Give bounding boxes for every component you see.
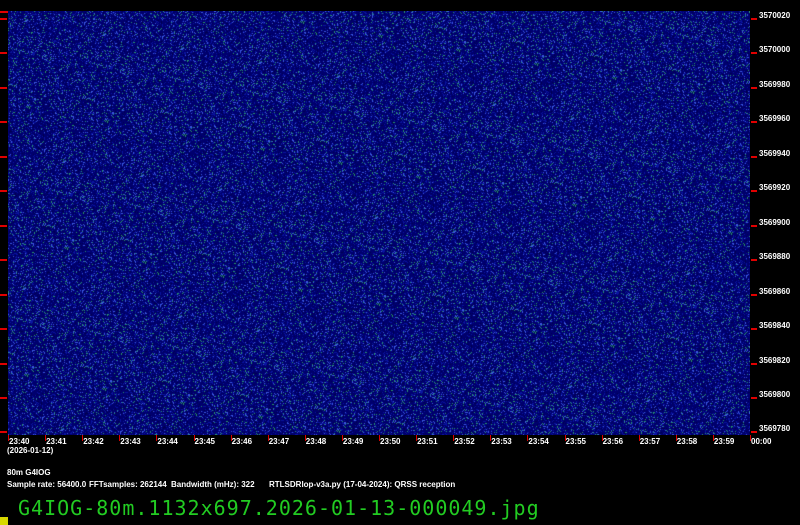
time-label: 23:42 [83, 437, 104, 446]
filename-label: G4IOG-80m.1132x697.2026-01-13-000049.jpg [18, 496, 540, 520]
fft-samples: FFTsamples: 262144 [89, 480, 167, 489]
frequency-tick-left [0, 328, 7, 331]
frequency-tick-right [751, 190, 757, 193]
frequency-tick-left [0, 155, 7, 158]
time-label: 23:46 [231, 437, 253, 446]
time-tick [416, 435, 418, 441]
frequency-label: 3569800 [759, 389, 791, 399]
time-label: 23:47 [268, 437, 290, 446]
frequency-tick-left [0, 121, 7, 124]
frequency-label: 3569900 [759, 217, 791, 227]
time-label: 23:50 [380, 437, 401, 446]
time-tick [119, 435, 121, 441]
corner-tick [0, 11, 8, 13]
time-tick [230, 435, 232, 441]
time-label: 23:40 [9, 437, 30, 446]
time-tick [601, 435, 603, 441]
time-label: 23:55 [565, 437, 586, 446]
time-label: 23:43 [120, 437, 141, 446]
time-tick [750, 435, 751, 441]
time-label: 23:59 [713, 437, 735, 446]
frequency-tick-right [751, 224, 757, 227]
frequency-tick-right [751, 259, 757, 262]
time-tick [82, 435, 84, 441]
station-label: 80m G4IOG [7, 468, 51, 477]
time-tick [341, 435, 343, 441]
time-tick [379, 435, 380, 441]
time-label: 23:52 [454, 437, 475, 446]
frequency-tick-left [0, 396, 7, 399]
frequency-tick-right [751, 52, 757, 55]
time-tick [156, 435, 158, 441]
time-tick [638, 435, 640, 441]
time-tick [527, 435, 529, 441]
frequency-label: 3570000 [759, 45, 791, 55]
time-tick [453, 435, 455, 441]
time-tick [712, 435, 714, 441]
time-label: 23:41 [46, 437, 67, 446]
bandwidth: Bandwidth (mHz): 322 [171, 480, 255, 489]
time-tick [193, 435, 195, 441]
frequency-tick-left [0, 431, 7, 434]
time-label: 00:00 [751, 437, 772, 446]
time-tick [267, 435, 269, 441]
frequency-tick-left [0, 86, 7, 89]
frequency-label: 3569840 [759, 321, 791, 331]
time-label: 23:51 [417, 437, 438, 446]
frequency-label: 3569980 [759, 79, 791, 89]
frequency-tick-right [751, 86, 757, 89]
frequency-tick-left [0, 224, 7, 227]
frequency-tick-left [0, 362, 7, 365]
frequency-label: 3569780 [759, 424, 791, 434]
frequency-tick-right [751, 293, 757, 296]
time-label: 23:58 [676, 437, 698, 446]
time-label: 23:48 [305, 437, 327, 446]
waterfall-spectrogram [8, 11, 750, 435]
time-label: 23:56 [602, 437, 624, 446]
time-label: 23:57 [639, 437, 661, 446]
frequency-tick-right [751, 362, 757, 365]
frequency-tick-right [751, 155, 757, 158]
time-label: 23:54 [528, 437, 549, 446]
frequency-tick-left [0, 293, 7, 296]
frequency-tick-right [751, 121, 757, 124]
frequency-label: 3569920 [759, 183, 791, 193]
frequency-label: 3569860 [759, 286, 791, 296]
frequency-label: 3570020 [759, 11, 791, 20]
time-label: 23:44 [157, 437, 178, 446]
frequency-tick-left [0, 52, 7, 55]
frequency-tick-right [751, 18, 757, 20]
time-tick [564, 435, 566, 441]
time-label: 23:45 [194, 437, 215, 446]
frequency-tick-left [0, 18, 7, 20]
yellow-marker [0, 517, 8, 525]
software-label: RTLSDRlop-v3a.py (17-04-2024): QRSS rece… [269, 480, 456, 489]
time-tick [304, 435, 306, 441]
time-tick [45, 435, 47, 441]
frequency-tick-right [751, 396, 757, 399]
frequency-tick-left [0, 190, 7, 193]
frequency-tick-right [751, 431, 757, 434]
time-tick [675, 435, 677, 441]
sample-rate: Sample rate: 56400.0 [7, 480, 87, 489]
frequency-tick-right [751, 328, 757, 331]
frequency-label: 3569820 [759, 355, 791, 365]
time-label: 23:53 [491, 437, 512, 446]
frequency-label: 3569940 [759, 148, 791, 158]
time-tick [8, 435, 9, 441]
date-label: (2026-01-12) [7, 446, 54, 455]
frequency-label: 3569960 [759, 114, 791, 124]
time-tick [490, 435, 492, 441]
time-label: 23:49 [342, 437, 364, 446]
frequency-label: 3569880 [759, 252, 791, 262]
frequency-tick-left [0, 259, 7, 262]
